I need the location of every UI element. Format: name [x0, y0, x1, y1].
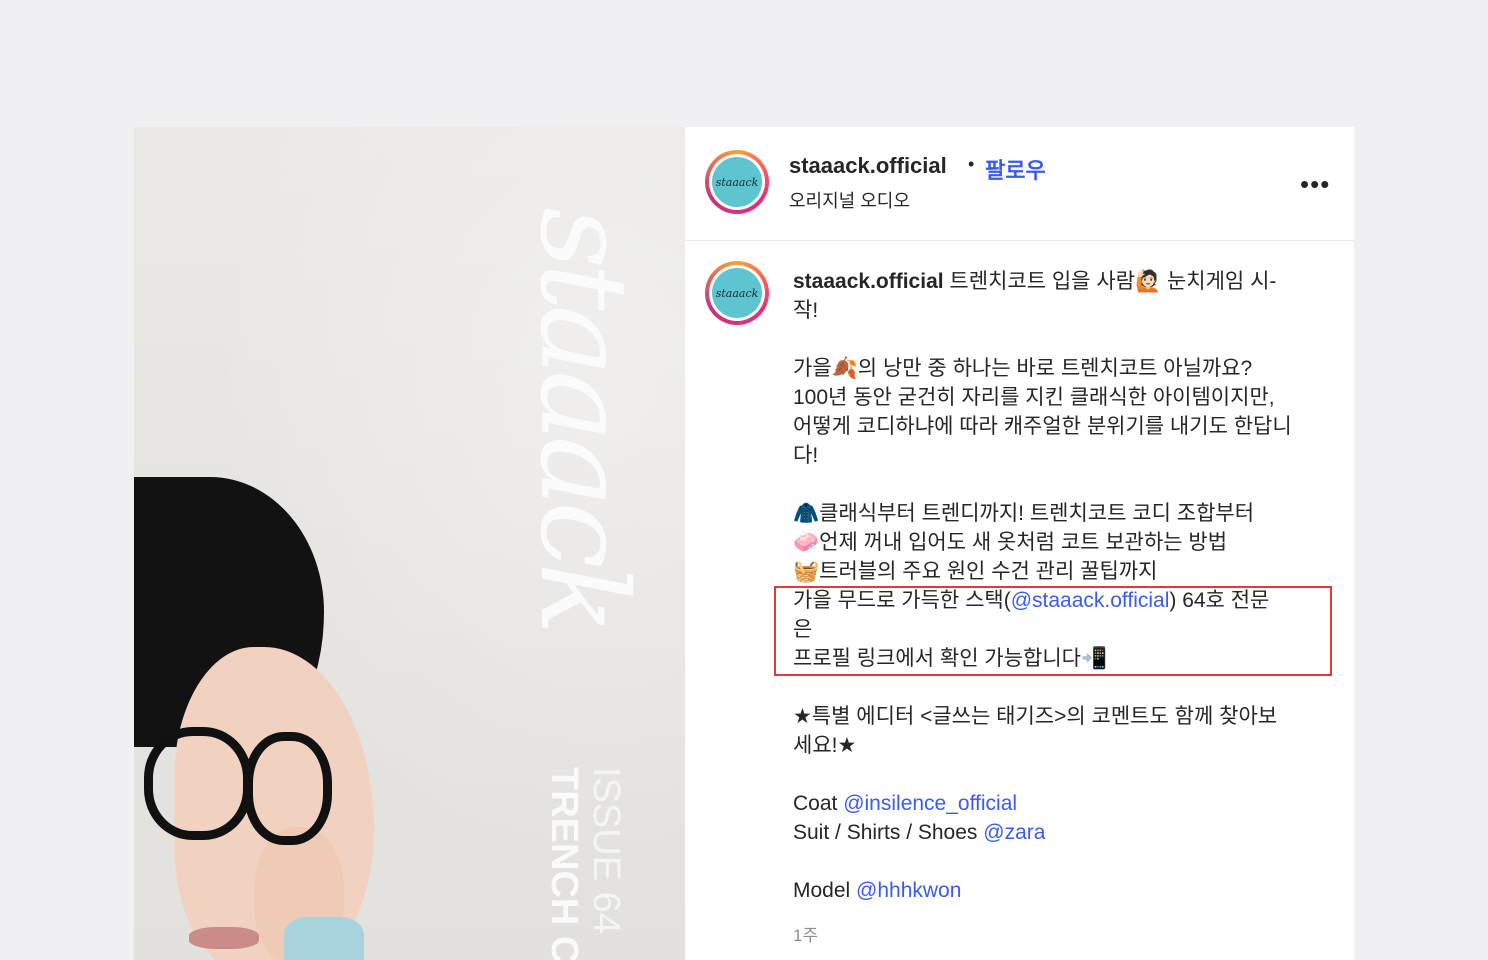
model-lips [189, 927, 259, 949]
header-username[interactable]: staaack.official [789, 153, 947, 179]
avatar-logo: staaack [712, 268, 762, 318]
header-avatar[interactable]: staaack [705, 150, 769, 214]
post-side-panel: staaack staaack.official • 팔로우 오리지널 오디오 … [685, 127, 1354, 960]
separator-dot: • [968, 154, 975, 174]
more-options-icon[interactable]: ••• [1300, 169, 1330, 200]
issue-label: ISSUE 64 TRENCH C [543, 767, 669, 960]
glasses-left-lens [144, 727, 252, 840]
caption-line: 가을🍂의 낭만 중 하나는 바로 트렌치코트 아닐까요? [793, 357, 1253, 380]
post-timestamp[interactable]: 1주 [793, 921, 818, 946]
caption-line: 어떻게 코디하냐에 따라 캐주얼한 분위기를 내기도 한답니 [793, 415, 1292, 438]
caption-username[interactable]: staaack.official [793, 270, 944, 293]
caption-line: ★특별 에디터 <글쓰는 태기즈>의 코멘트도 함께 찾아보 [793, 705, 1278, 728]
caption-line: 🧥클래식부터 트렌디까지! 트렌치코트 코디 조합부터 [793, 502, 1255, 525]
credit-label: Coat [793, 792, 844, 815]
caption-line: 🧼언제 꺼내 입어도 새 옷처럼 코트 보관하는 방법 [793, 531, 1228, 554]
caption-line: 🧺트러블의 주요 원인 수건 관리 꿀팁까지 [793, 560, 1158, 583]
caption-line: 100년 동안 굳건히 자리를 지킨 클래식한 아이템이지만, [793, 386, 1275, 409]
caption-avatar[interactable]: staaack [705, 261, 769, 325]
mention-link[interactable]: @zara [983, 821, 1045, 844]
highlight-box [774, 586, 1332, 676]
caption-line: 다! [793, 444, 819, 467]
mention-link[interactable]: @hhhkwon [856, 879, 961, 902]
post-media[interactable]: staaack ISSUE 64 TRENCH C [134, 127, 685, 960]
caption-line: 작! [793, 299, 819, 322]
avatar-logo: staaack [712, 157, 762, 207]
mention-link[interactable]: @insilence_official [843, 792, 1017, 815]
glasses-right-lens [244, 732, 332, 845]
model-cup [284, 917, 364, 960]
magazine-logo: staaack [513, 207, 652, 630]
audio-label[interactable]: 오리지널 오디오 [789, 187, 910, 213]
issue-theme: TRENCH C [543, 767, 585, 960]
caption-text: 트렌치코트 입을 사람🙋🏻 눈치게임 시- [943, 270, 1277, 293]
credit-label: Suit / Shirts / Shoes [793, 821, 984, 844]
post-card: staaack ISSUE 64 TRENCH C staaack staaac… [134, 127, 1354, 960]
caption-line: 세요!★ [793, 734, 857, 757]
post-header: staaack staaack.official • 팔로우 오리지널 오디오 … [685, 127, 1354, 241]
credit-label: Model [793, 879, 857, 902]
follow-button[interactable]: 팔로우 [985, 153, 1046, 185]
issue-number: ISSUE 64 [585, 767, 627, 934]
